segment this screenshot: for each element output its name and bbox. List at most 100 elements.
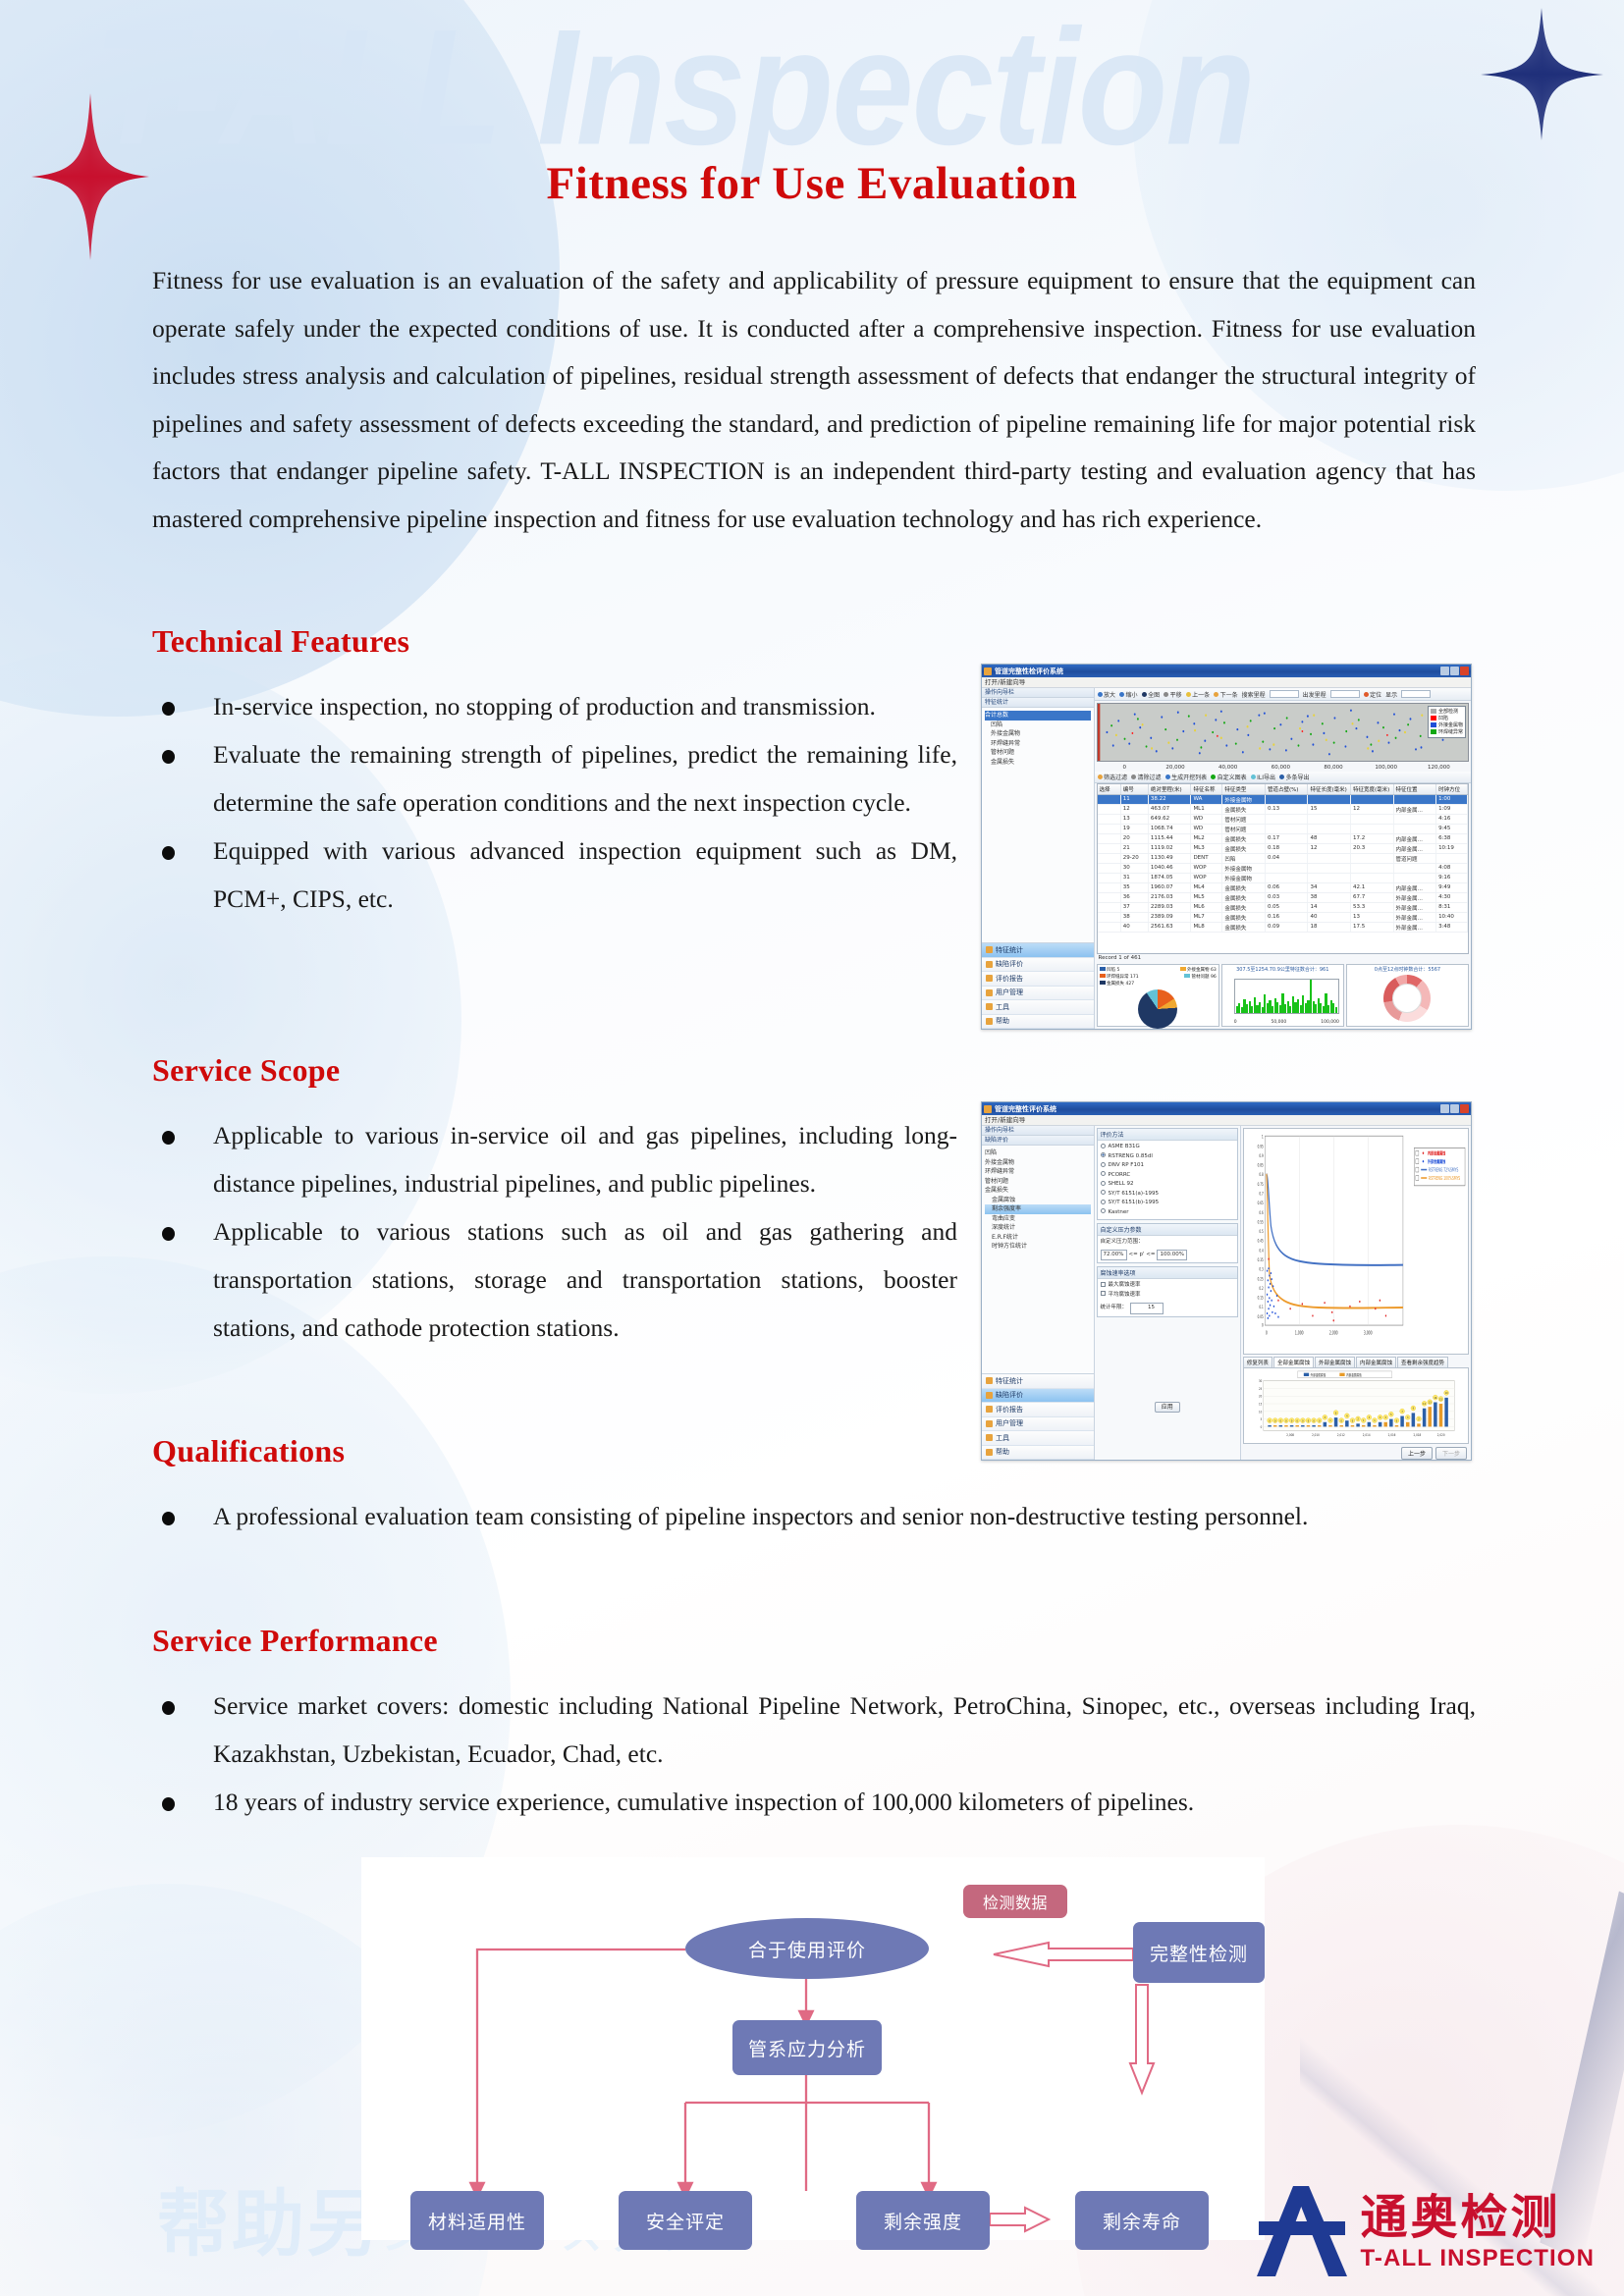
sidebar-item-feature-stats[interactable]: 特征统计 [982,943,1094,958]
tree-item[interactable]: 管材问题 [985,1177,1091,1187]
table-cell [1266,825,1309,833]
maximize-button[interactable] [1450,1104,1459,1113]
tab-strength-trend[interactable]: 查看剩余强度趋势 [1396,1357,1448,1367]
tab-repair-list[interactable]: 修复列表 [1242,1357,1272,1367]
max-rate-checkbox[interactable]: 最大腐蚀速率 [1100,1281,1234,1291]
legend-item: 环焊缝异常 [1430,728,1463,736]
zoom-out-button[interactable]: 缩小 [1119,690,1138,699]
table-row[interactable]: 19 1068.74 WD 管材问题 9:45 [1097,825,1468,834]
table-row[interactable]: 13 649.62 WD 管材问题 4:16 [1097,815,1468,825]
sidebar-item-defect-eval[interactable]: 缺陷评价 [982,1388,1094,1403]
search-mileage-input[interactable] [1269,690,1299,698]
avg-rate-checkbox[interactable]: 平均腐蚀速率 [1100,1291,1234,1301]
tree-item[interactable]: 时钟方位统计 [985,1242,1091,1252]
custom-chart-button[interactable]: 自定义图表 [1211,773,1247,781]
years-input[interactable]: 15 [1130,1303,1164,1314]
table-row[interactable]: 37 2289.03 ML6 金属损失 0.05 14 53.3 外部金属… 8:31 [1097,903,1468,913]
clear-filter-button[interactable]: 清除过滤 [1131,773,1162,781]
display-input[interactable] [1401,690,1432,698]
tree-item-girth-weld[interactable]: 环焊缝异常 [985,739,1091,749]
tree-item[interactable]: E.R.F统计 [985,1233,1091,1243]
tree-item-dent[interactable]: 凹陷 [985,721,1091,730]
method-option[interactable]: PCORRC [1100,1171,1234,1181]
table-row[interactable]: 31 1874.05 WOP 外接金属物 9:16 [1097,874,1468,883]
close-button[interactable] [1460,1104,1469,1113]
pressure-min-input[interactable]: 72.00% [1100,1249,1127,1260]
table-cell: DENT [1191,854,1223,863]
next-record-button[interactable]: 下一条 [1214,690,1238,699]
trend-bar [1383,1421,1387,1427]
apply-button[interactable]: 应用 [1154,1401,1180,1413]
tree-item-pipe-issue[interactable]: 管材问题 [985,748,1091,758]
tree-item[interactable]: 剩余强度率 [985,1204,1091,1214]
sidebar-item-user-mgmt[interactable]: 用户管理 [982,986,1094,1000]
table-row[interactable]: 20 1115.44 ML2 金属损失 0.17 48 17.2 内部金属… 6:38 [1097,834,1468,844]
sidebar-item-feature-stats[interactable]: 特征统计 [982,1374,1094,1389]
sidebar-item-tools[interactable]: 工具 [982,1431,1094,1446]
group-body: 自定义压力范围： 72.00% <= p' <= 100.00% [1098,1236,1237,1262]
pressure-max-input[interactable]: 100.00% [1157,1249,1187,1260]
table-row[interactable]: 38 2389.09 ML7 金属损失 0.16 40 13 外部金属… 10:40 [1097,913,1468,923]
pan-button[interactable]: 平移 [1164,690,1182,699]
svg-text:2,014: 2,014 [1363,1433,1371,1437]
method-option[interactable]: DNV RP F101 [1100,1161,1234,1171]
method-option[interactable]: ASME B31G [1100,1143,1234,1152]
sidebar-item-help[interactable]: 帮助 [982,1445,1094,1460]
locate-button[interactable]: 定位 [1363,690,1381,699]
zoom-in-button[interactable]: 放大 [1097,690,1115,699]
column-header: 特征位置 [1394,784,1437,794]
minimize-button[interactable] [1440,1104,1449,1113]
method-option[interactable]: Kastner [1100,1208,1234,1218]
table-row[interactable]: 30 1040.46 WOP 外接金属物 4:08 [1097,864,1468,874]
ili-export-button[interactable]: ILI导出 [1250,773,1275,781]
start-mileage-input[interactable] [1329,690,1360,698]
prev-step-button[interactable]: 上一步 [1400,1446,1433,1460]
menu-bar[interactable]: 打开/新建向导 [982,677,1471,688]
tree-item[interactable]: 深度统计 [985,1223,1091,1233]
tree-item[interactable]: 金属损失 [985,1186,1091,1196]
sidebar-item-user-mgmt[interactable]: 用户管理 [982,1416,1094,1431]
tree-item-metal-loss[interactable]: 金属损失 [985,758,1091,768]
table-row[interactable]: 29-20 1130.49 DENT 凹陷 0.04 管道问题 [1097,854,1468,864]
menu-bar[interactable]: 打开/新建向导 [982,1115,1471,1126]
table-row[interactable]: 36 2176.03 ML5 金属损失 0.03 38 67.7 外部金属… 4:30 [1097,893,1468,903]
prev-record-button[interactable]: 上一条 [1185,690,1210,699]
method-option[interactable]: RSTRENG 0.85dl [1100,1152,1234,1162]
tree-item[interactable]: 凹陷 [985,1148,1091,1158]
tab-internal-corrosion[interactable]: 内部金属腐蚀 [1355,1357,1396,1367]
method-option[interactable]: SHELL 92 [1100,1180,1234,1190]
sidebar-item-report[interactable]: 评价报告 [982,972,1094,987]
close-button[interactable] [1460,667,1469,675]
next-step-button[interactable]: 下一步 [1435,1446,1467,1460]
table-row[interactable]: 35 1960.07 ML4 金属损失 0.06 34 42.1 内部金属… 9:49 [1097,883,1468,893]
defects-table[interactable]: 选择 编号 绝对里程(米) 特征名称 特征类型 管道占壁(%) 特征长度(毫米)… [1096,783,1469,954]
table-row[interactable]: 12 463.07 ML1 金属损失 0.13 15 12 内部金属… 1:09 [1097,805,1468,815]
sidebar: 操作向导栏 特征统计 合计总数 凹陷 外接金属物 环焊缝异常 管材问题 金属损失… [982,688,1095,1029]
fit-view-button[interactable]: 全图 [1141,690,1160,699]
tab-external-corrosion[interactable]: 外部金属腐蚀 [1314,1357,1355,1367]
batch-export-button[interactable]: 多条导出 [1278,773,1310,781]
filter-button[interactable]: 筛选过滤 [1097,773,1127,781]
sidebar-item-help[interactable]: 帮助 [982,1014,1094,1029]
tree-item[interactable]: 金属腐蚀 [985,1196,1091,1205]
tab-all-metal-corrosion[interactable]: 全部金属腐蚀 [1272,1357,1314,1367]
tree-item[interactable]: 弯曲应变 [985,1214,1091,1224]
legend-entry: 环焊缝异常 171 [1099,974,1139,980]
tree-item[interactable]: 环焊缝异常 [985,1167,1091,1177]
sidebar-item-defect-eval[interactable]: 缺陷评价 [982,957,1094,972]
tree-item[interactable]: 外接金属物 [985,1158,1091,1168]
table-row[interactable]: 21 1119.02 ML3 金属损失 0.18 12 20.3 内部金属… 10:19 [1097,844,1468,854]
table-row[interactable]: 40 2561.63 ML8 金属损失 0.09 18 17.5 外部金属… 3:48 [1097,923,1468,933]
tree-item-total[interactable]: 合计总数 [985,711,1091,721]
table-row[interactable]: 11 38.22 WA 外接金属物 1:00 [1097,795,1468,805]
chart-icon [986,960,993,968]
svg-text:0.2: 0.2 [1259,1286,1263,1291]
maximize-button[interactable] [1450,667,1459,675]
method-option[interactable]: SY/T 6151(b)-1995 [1100,1199,1234,1208]
sidebar-item-tools[interactable]: 工具 [982,1000,1094,1015]
sidebar-item-report[interactable]: 评价报告 [982,1403,1094,1417]
tree-item-external-metal[interactable]: 外接金属物 [985,729,1091,739]
method-option[interactable]: SY/T 6151(a)-1995 [1100,1190,1234,1200]
generate-dig-list-button[interactable]: 生成开挖列表 [1164,773,1207,781]
minimize-button[interactable] [1440,667,1449,675]
